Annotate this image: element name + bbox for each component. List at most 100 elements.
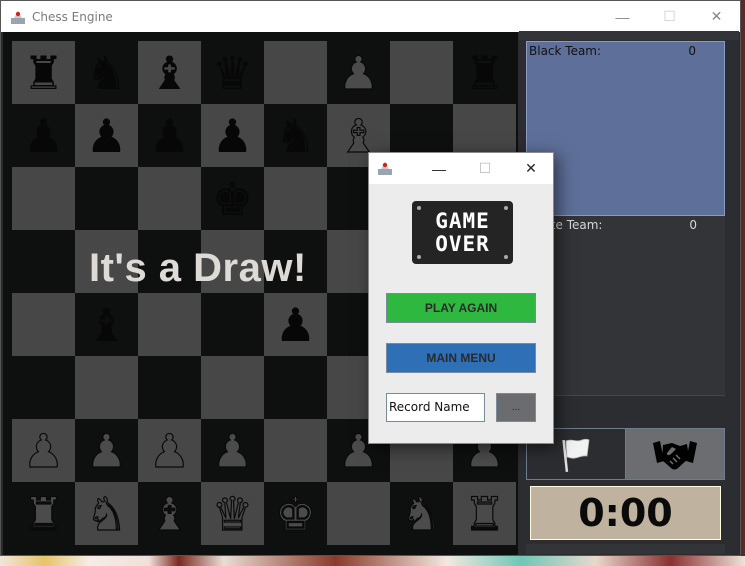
white-piece[interactable]: ♚	[274, 490, 316, 537]
square-f1[interactable]	[327, 482, 390, 545]
black-piece[interactable]: ♟	[212, 113, 253, 159]
black-piece[interactable]: ♟	[23, 113, 64, 159]
black-piece[interactable]: ♟	[149, 113, 190, 159]
black-team-captures: Black Team: 0	[526, 41, 725, 216]
square-g8[interactable]	[390, 41, 453, 104]
black-piece[interactable]: ♞	[86, 50, 127, 96]
square-g1[interactable]: ♞	[390, 482, 453, 545]
maximize-button[interactable]: ☐	[646, 1, 693, 32]
dialog-title-bar: — ☐ ✕	[369, 153, 553, 184]
square-b8[interactable]: ♞	[75, 41, 138, 104]
game-over-dialog: — ☐ ✕ GAME OVER PLAY AGAIN MAIN MENU Rec…	[368, 152, 554, 444]
square-d1[interactable]: ♛	[201, 482, 264, 545]
white-piece[interactable]: ♜	[22, 490, 64, 537]
side-panel-header	[519, 31, 739, 40]
square-a2[interactable]: ♟	[12, 419, 75, 482]
square-b6[interactable]	[75, 167, 138, 230]
square-d7[interactable]: ♟	[201, 104, 264, 167]
black-piece[interactable]: ♜	[23, 50, 64, 96]
white-piece[interactable]: ♞	[400, 490, 442, 537]
white-piece[interactable]: ♟	[337, 49, 379, 96]
square-b3[interactable]	[75, 356, 138, 419]
square-b4[interactable]: ♝	[75, 293, 138, 356]
square-f8[interactable]: ♟	[327, 41, 390, 104]
white-piece[interactable]: ♝	[148, 490, 190, 537]
close-button[interactable]: ✕	[693, 1, 740, 32]
banner-line-2: OVER	[435, 231, 490, 256]
white-piece[interactable]: ♟	[85, 427, 127, 474]
square-a8[interactable]: ♜	[12, 41, 75, 104]
white-piece[interactable]: ♞	[85, 490, 127, 537]
white-piece[interactable]: ♟	[211, 427, 253, 474]
square-d3[interactable]	[201, 356, 264, 419]
white-team-captures: White Team: 0	[526, 216, 725, 396]
dialog-minimize-button[interactable]: —	[417, 153, 461, 184]
rivet-decoration	[417, 206, 421, 210]
square-c6[interactable]	[138, 167, 201, 230]
white-piece[interactable]: ♟	[148, 427, 190, 474]
square-d6[interactable]: ♚	[201, 167, 264, 230]
dialog-close-button[interactable]: ✕	[509, 153, 553, 184]
square-a6[interactable]	[12, 167, 75, 230]
record-name-input[interactable]: Record Name	[386, 393, 485, 422]
white-piece[interactable]: ♛	[211, 490, 253, 537]
square-e7[interactable]: ♞	[264, 104, 327, 167]
black-piece[interactable]: ♜	[464, 50, 505, 96]
black-piece[interactable]: ♝	[149, 50, 190, 96]
dialog-maximize-button[interactable]: ☐	[463, 153, 507, 184]
white-flag-icon	[562, 438, 590, 473]
offer-draw-button[interactable]	[626, 429, 724, 479]
game-actions	[526, 428, 725, 480]
black-piece[interactable]: ♚	[212, 176, 253, 222]
black-piece[interactable]: ♞	[275, 113, 316, 159]
square-d4[interactable]	[201, 293, 264, 356]
square-c2[interactable]: ♟	[138, 419, 201, 482]
square-e8[interactable]	[264, 41, 327, 104]
game-timer: 0:00	[530, 486, 721, 540]
black-piece[interactable]: ♛	[212, 50, 253, 96]
square-b2[interactable]: ♟	[75, 419, 138, 482]
java-app-icon	[377, 160, 393, 176]
square-d2[interactable]: ♟	[201, 419, 264, 482]
white-piece[interactable]: ♟	[22, 427, 64, 474]
square-c1[interactable]: ♝	[138, 482, 201, 545]
desktop-background	[0, 556, 745, 566]
square-c8[interactable]: ♝	[138, 41, 201, 104]
black-piece[interactable]: ♟	[275, 302, 316, 348]
square-a1[interactable]: ♜	[12, 482, 75, 545]
square-e3[interactable]	[264, 356, 327, 419]
black-piece[interactable]: ♝	[86, 302, 127, 348]
black-piece[interactable]: ♟	[86, 113, 127, 159]
title-bar: Chess Engine — ☐ ✕	[1, 1, 740, 32]
square-a5[interactable]	[12, 230, 75, 293]
rivet-decoration	[417, 255, 421, 259]
browse-button[interactable]: ...	[496, 393, 536, 422]
square-e6[interactable]	[264, 167, 327, 230]
handshake-icon	[653, 441, 697, 470]
minimize-button[interactable]: —	[599, 1, 646, 32]
side-panel-footer	[526, 544, 725, 554]
square-c4[interactable]	[138, 293, 201, 356]
black-team-label: Black Team:	[529, 44, 602, 58]
white-team-count: 0	[689, 218, 697, 232]
white-piece[interactable]: ♜	[463, 490, 505, 537]
square-h8[interactable]: ♜	[453, 41, 516, 104]
square-e2[interactable]	[264, 419, 327, 482]
java-app-icon	[10, 9, 26, 25]
square-h1[interactable]: ♜	[453, 482, 516, 545]
rivet-decoration	[504, 206, 508, 210]
square-e4[interactable]: ♟	[264, 293, 327, 356]
square-b1[interactable]: ♞	[75, 482, 138, 545]
square-c7[interactable]: ♟	[138, 104, 201, 167]
play-again-button[interactable]: PLAY AGAIN	[386, 293, 536, 323]
main-menu-button[interactable]: MAIN MENU	[386, 343, 536, 373]
window-title: Chess Engine	[32, 9, 113, 24]
square-a7[interactable]: ♟	[12, 104, 75, 167]
square-b7[interactable]: ♟	[75, 104, 138, 167]
square-c3[interactable]	[138, 356, 201, 419]
black-team-count: 0	[688, 44, 696, 58]
square-e1[interactable]: ♚	[264, 482, 327, 545]
square-a3[interactable]	[12, 356, 75, 419]
square-d8[interactable]: ♛	[201, 41, 264, 104]
square-a4[interactable]	[12, 293, 75, 356]
